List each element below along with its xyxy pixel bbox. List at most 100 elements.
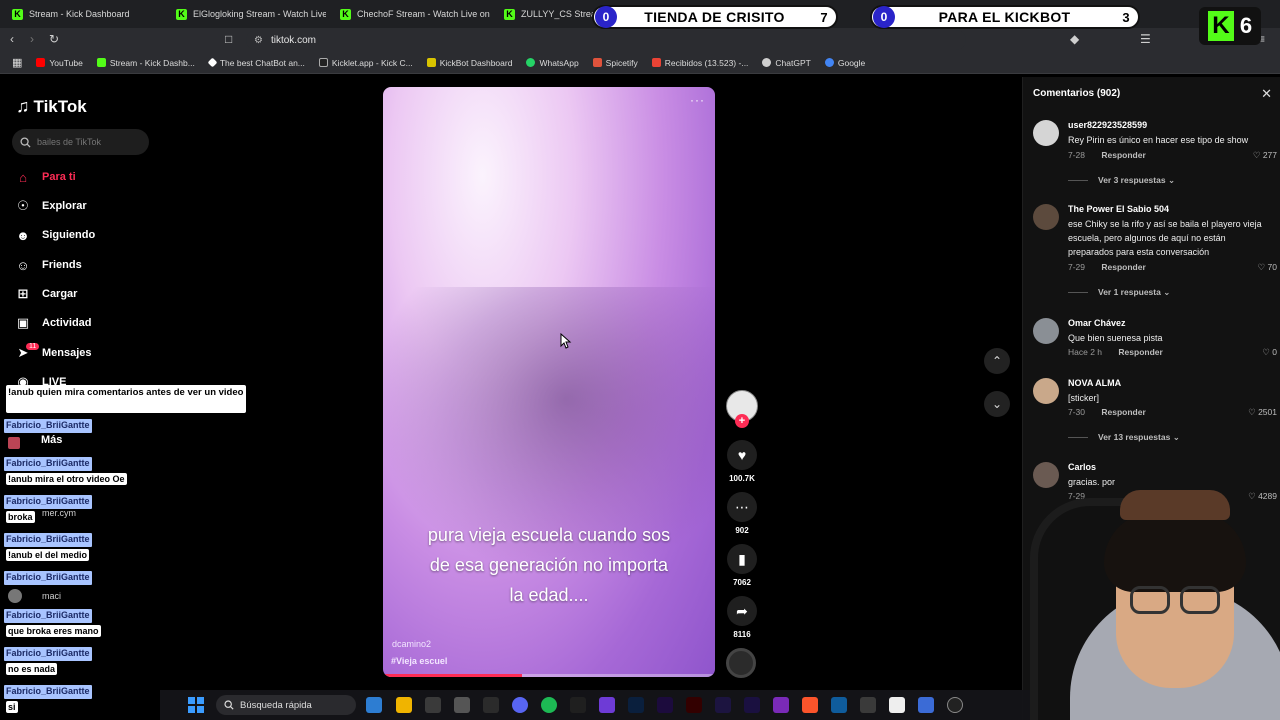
bookmark-chatbot[interactable]: The best ChatBot an... xyxy=(207,57,305,68)
share-action[interactable]: ➦ 8116 xyxy=(727,596,757,639)
calculator-icon[interactable] xyxy=(454,697,470,713)
bookmark-icon[interactable]: □ xyxy=(225,32,232,46)
nav-para-ti[interactable]: ⌂ Para ti xyxy=(16,170,76,185)
bookmark-kick-dashboard[interactable]: Stream - Kick Dashb... xyxy=(96,58,195,68)
close-icon[interactable]: ✕ xyxy=(1261,86,1272,102)
reply-button[interactable]: Responder xyxy=(1101,150,1145,160)
video-player[interactable]: ··· pura vieja escuela cuando sos de esa… xyxy=(383,87,715,677)
bookmark-whatsapp[interactable]: WhatsApp xyxy=(526,58,579,68)
search-box[interactable] xyxy=(12,129,149,155)
visual-studio-icon[interactable] xyxy=(599,697,615,713)
copilot-icon[interactable] xyxy=(366,697,382,713)
comment-action[interactable]: ⋯ 902 xyxy=(727,492,757,535)
tiktok-logo[interactable]: ♫ TikTok xyxy=(16,96,87,117)
comment-avatar[interactable] xyxy=(1033,204,1059,230)
view-replies-button[interactable]: Ver 1 respuesta ⌄ xyxy=(1068,287,1170,298)
bookmark-gmail[interactable]: Recibidos (13.523) -... xyxy=(651,58,748,68)
windows-start-icon[interactable] xyxy=(188,697,204,713)
address-bar[interactable]: ⚙ tiktok.com xyxy=(246,30,966,50)
nav-mas[interactable]: ⋯ Más xyxy=(26,434,62,446)
obs-icon[interactable] xyxy=(947,697,963,713)
save-action[interactable]: ▮ 7062 xyxy=(727,544,757,587)
browser-tab-chechof[interactable]: K ChechoF Stream - Watch Live on Kick xyxy=(340,4,490,24)
video-progress-bar[interactable] xyxy=(383,674,715,677)
counter-label: PARA EL KICKBOT xyxy=(938,9,1071,25)
chatbot-icon xyxy=(207,57,218,68)
view-replies-button[interactable]: Ver 3 respuestas ⌄ xyxy=(1068,175,1175,186)
comment-avatar[interactable] xyxy=(1033,462,1059,488)
file-explorer-icon[interactable] xyxy=(396,697,412,713)
nav-explorar[interactable]: ☉ Explorar xyxy=(16,198,86,213)
video-author[interactable]: dcamino2 xyxy=(392,639,431,649)
comment-icon[interactable]: ⋯ xyxy=(727,492,757,522)
like-action[interactable]: ♥ 100.7K xyxy=(727,440,757,483)
media-encoder-icon[interactable] xyxy=(715,697,731,713)
bookmark-kickbot[interactable]: KickBot Dashboard xyxy=(426,58,512,68)
follow-plus-icon[interactable]: + xyxy=(735,414,749,428)
bookmark-google[interactable]: Google xyxy=(824,58,865,68)
forward-icon[interactable]: › xyxy=(30,32,34,46)
heart-icon[interactable]: ♥ xyxy=(727,440,757,470)
comment-user[interactable]: NOVA ALMA xyxy=(1068,378,1121,388)
browser-tab-kick-dashboard[interactable]: K Stream - Kick Dashboard xyxy=(12,4,162,24)
notepad-icon[interactable] xyxy=(889,697,905,713)
reload-icon[interactable]: ↻ xyxy=(49,32,59,46)
taskbar-search[interactable]: Búsqueda rápida xyxy=(216,695,356,715)
reply-button[interactable]: Responder xyxy=(1118,347,1162,357)
search-input[interactable] xyxy=(37,137,137,147)
comment-avatar[interactable] xyxy=(1033,120,1059,146)
media-icon[interactable] xyxy=(570,697,586,713)
bookmark-spicetify[interactable]: Spicetify xyxy=(592,57,638,68)
bookmark-icon[interactable]: ▮ xyxy=(727,544,757,574)
comment-likes[interactable]: ♡ 2501 xyxy=(1248,407,1277,418)
comment-user[interactable]: The Power El Sabio 504 xyxy=(1068,204,1169,214)
comment-user[interactable]: Omar Chávez xyxy=(1068,318,1126,328)
comment-likes[interactable]: ♡ 277 xyxy=(1253,150,1277,161)
photos-icon[interactable] xyxy=(831,697,847,713)
after-effects-icon[interactable] xyxy=(744,697,760,713)
photoshop-icon[interactable] xyxy=(628,697,644,713)
tasks-icon[interactable] xyxy=(483,697,499,713)
comment-user[interactable]: Carlos xyxy=(1068,462,1096,472)
bookmark-youtube[interactable]: YouTube xyxy=(36,58,83,68)
bookmark-chatgpt[interactable]: ChatGPT xyxy=(762,58,811,68)
more-options-icon[interactable]: ··· xyxy=(690,93,705,107)
spotify-icon[interactable] xyxy=(541,697,557,713)
back-icon[interactable]: ‹ xyxy=(10,32,14,46)
site-info-icon[interactable]: ⚙ xyxy=(254,35,263,46)
nav-friends[interactable]: ☺ Friends xyxy=(16,258,81,273)
upload-icon: ⊞ xyxy=(17,286,29,301)
onenote-icon[interactable] xyxy=(773,697,789,713)
music-disc-icon[interactable] xyxy=(726,648,756,678)
video-hashtags[interactable]: #Vieja escuel xyxy=(391,656,447,666)
reply-button[interactable]: Responder xyxy=(1101,262,1145,272)
reply-button[interactable]: Responder xyxy=(1101,407,1145,417)
bookmark-kicklet[interactable]: Kicklet.app - Kick C... xyxy=(318,58,413,68)
illustrator-icon[interactable] xyxy=(686,697,702,713)
comment-likes[interactable]: ♡ 70 xyxy=(1258,262,1277,273)
comment-likes[interactable]: ♡ 0 xyxy=(1262,347,1277,358)
store-icon[interactable] xyxy=(425,697,441,713)
nav-cargar[interactable]: ⊞ Cargar xyxy=(16,286,78,301)
premiere-icon[interactable] xyxy=(657,697,673,713)
view-replies-button[interactable]: Ver 13 respuestas ⌄ xyxy=(1068,432,1180,443)
comment-avatar[interactable] xyxy=(1033,318,1059,344)
extensions-icon[interactable]: ◆ xyxy=(1070,32,1079,46)
share-icon[interactable]: ➦ xyxy=(727,596,757,626)
comment-user[interactable]: user822923528599 xyxy=(1068,120,1147,130)
app-icon[interactable] xyxy=(918,697,934,713)
library-icon[interactable]: ☰ xyxy=(1140,32,1151,46)
bookmark-label: Spicetify xyxy=(605,57,638,68)
previous-video-button[interactable]: ⌃ xyxy=(984,348,1010,374)
next-video-button[interactable]: ⌄ xyxy=(984,391,1010,417)
brave-icon[interactable] xyxy=(802,697,818,713)
browser-tab-zullyy[interactable]: K ZULLYY_CS Stream - xyxy=(504,4,594,24)
nav-siguiendo[interactable]: ☻ Siguiendo xyxy=(16,228,95,243)
counter-right-value: 7 xyxy=(820,9,828,25)
nav-actividad[interactable]: ▣ Actividad xyxy=(16,315,92,330)
discord-icon[interactable] xyxy=(512,697,528,713)
browser-tab-elglogloking[interactable]: K ElGlogloking Stream - Watch Live on xyxy=(176,4,326,24)
apps-grid-icon[interactable]: ▦ xyxy=(12,56,22,69)
settings-icon[interactable] xyxy=(860,697,876,713)
comment-avatar[interactable] xyxy=(1033,378,1059,404)
